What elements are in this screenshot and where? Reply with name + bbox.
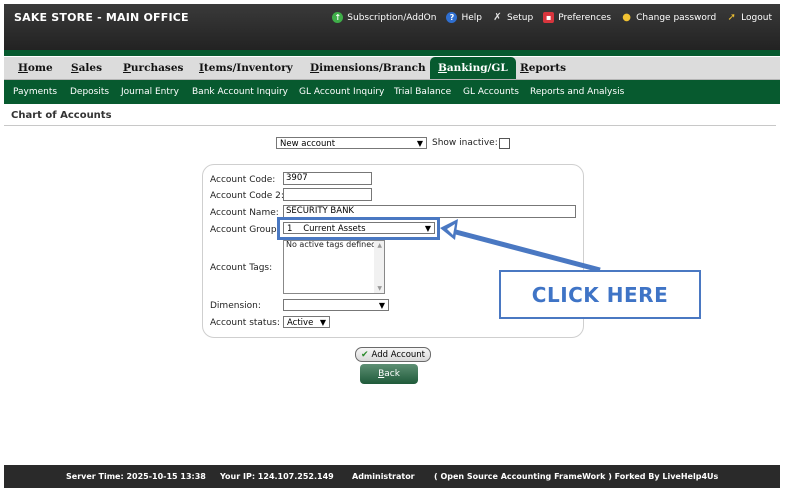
add-account-label: Add Account xyxy=(371,349,426,360)
pointer-arrow-icon xyxy=(440,219,601,273)
add-account-button[interactable]: ✔ Add Account xyxy=(355,347,431,362)
server-time: Server Time: 2025-10-15 13:38 xyxy=(66,472,206,481)
current-user: Administrator xyxy=(352,472,415,481)
click-here-callout: CLICK HERE xyxy=(499,270,701,319)
footer-credit: ( Open Source Accounting FrameWork ) For… xyxy=(434,472,719,481)
footer-bar: Server Time: 2025-10-15 13:38 Your IP: 1… xyxy=(4,465,780,488)
check-icon: ✔ xyxy=(360,349,369,360)
client-ip: Your IP: 124.107.252.149 xyxy=(220,472,334,481)
back-button[interactable]: Back xyxy=(360,364,418,384)
